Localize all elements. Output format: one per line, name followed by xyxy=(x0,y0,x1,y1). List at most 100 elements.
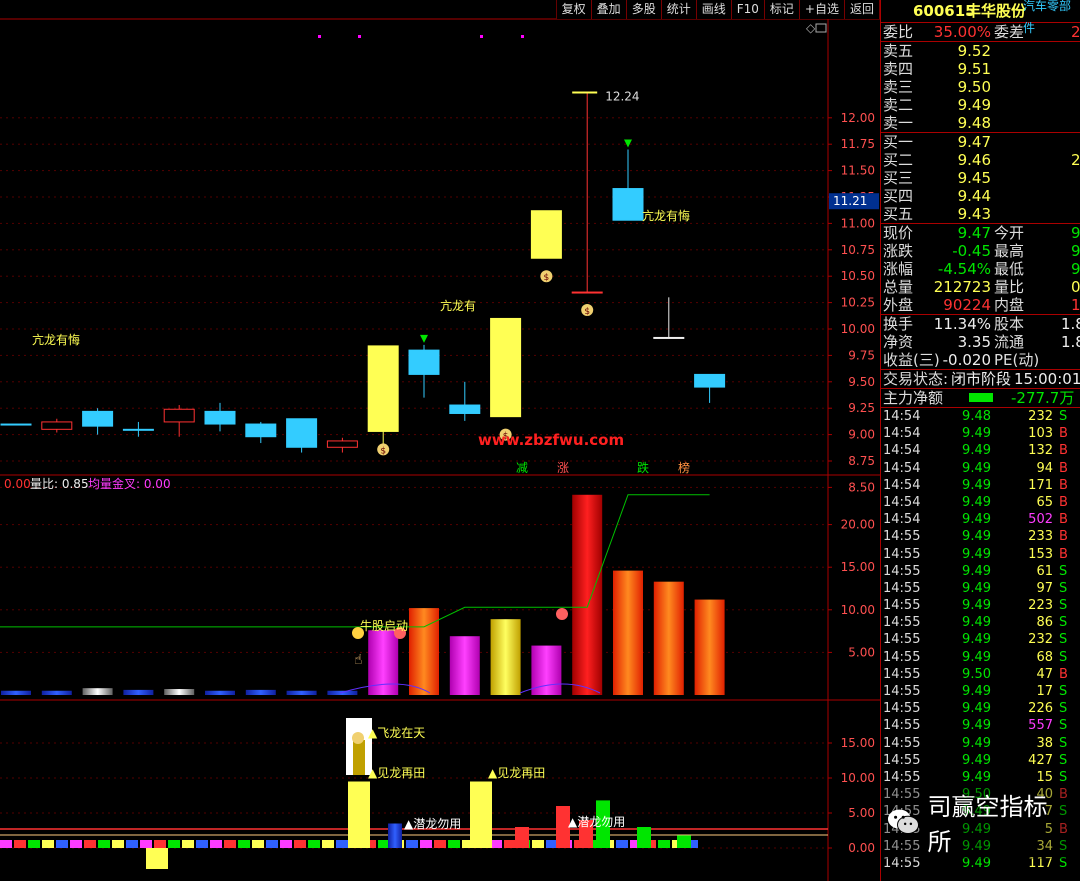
candle-body xyxy=(530,210,562,259)
toolbar-btn-5[interactable]: F10 xyxy=(732,0,765,19)
stat-value: -0.45 xyxy=(952,242,991,260)
volume-bar xyxy=(694,599,725,695)
ask-row: 卖二 9.49 xyxy=(881,96,1080,114)
toolbar-btn-6[interactable]: 标记 xyxy=(765,0,800,19)
volume-bar xyxy=(164,689,195,695)
tick-price: 9.50 xyxy=(962,666,991,682)
signal-strip xyxy=(336,840,348,848)
signal-strip xyxy=(56,840,68,848)
bid-row: 买四 9.44 xyxy=(881,187,1080,205)
bid-row: 买五 9.43 xyxy=(881,205,1080,223)
volume-bar xyxy=(327,690,358,695)
candle-body xyxy=(204,410,236,425)
quote-panel: 600615 丰华股份 汽车零部件 委比 35.00% 委差 2 卖五 9.52 卖… xyxy=(880,0,1080,881)
tick-price: 9.49 xyxy=(962,563,991,579)
toolbar-btn-3[interactable]: 统计 xyxy=(662,0,697,19)
volume-tick-label: 10.00 xyxy=(841,603,875,617)
tick-row: 14:55 9.49 38 S xyxy=(881,735,1080,752)
tick-side: S xyxy=(1059,684,1068,699)
volume-tick-label: 15.00 xyxy=(841,560,875,574)
window-icon[interactable] xyxy=(815,23,827,33)
stat-row: 涨跌 -0.45 最高 9 xyxy=(881,242,1080,260)
tick-row: 14:55 9.49 557 S xyxy=(881,717,1080,734)
tick-side: S xyxy=(1059,632,1068,648)
tick-side: B xyxy=(1059,426,1068,442)
volume-bar xyxy=(1,690,31,695)
price-tick-label: 11.00 xyxy=(841,216,875,230)
signal-bar xyxy=(470,781,492,848)
stats-list: 现价 9.47 今开 9 涨跌 -0.45 最高 9 涨幅 -4.54% 最低 9 总量 212723 量比… xyxy=(881,224,1080,314)
tick-time: 14:55 xyxy=(883,718,921,734)
main-flow-value: -277.7万 xyxy=(1011,389,1075,407)
candle-body xyxy=(694,373,726,388)
signal-strip xyxy=(196,840,208,848)
stat-value-2: 1.8 xyxy=(1061,333,1080,351)
tick-time: 14:55 xyxy=(883,684,921,699)
toolbar-btn-4[interactable]: 画线 xyxy=(697,0,732,19)
tick-row: 14:55 9.49 97 S xyxy=(881,580,1080,597)
stat-value: -4.54% xyxy=(937,260,991,278)
price-tick-label: 8.75 xyxy=(848,454,875,468)
qianlong-label: ▲潜龙勿用 xyxy=(404,817,461,831)
signal-dot xyxy=(358,35,361,38)
signal-strip xyxy=(126,840,138,848)
stat-value: 11.34% xyxy=(933,315,991,333)
candle-body xyxy=(163,408,195,423)
candle-body xyxy=(449,404,481,414)
tick-volume: 153 xyxy=(1028,546,1053,562)
volume-tick-label: 20.00 xyxy=(841,518,875,532)
volume-ma-line xyxy=(0,494,710,628)
ask-row: 卖四 9.51 xyxy=(881,60,1080,78)
stat-row: 涨幅 -4.54% 最低 9 xyxy=(881,260,1080,278)
volume-bar xyxy=(613,570,643,695)
tick-time: 14:54 xyxy=(883,443,921,459)
stat-value: 9.47 xyxy=(957,224,991,242)
niugu-label: 牛股启动 xyxy=(360,618,408,633)
svg-text:$: $ xyxy=(544,273,550,283)
tick-time: 14:54 xyxy=(883,426,921,442)
ask-label: 卖三 xyxy=(883,78,914,96)
stat-label-2: PE(动) xyxy=(994,351,1040,369)
toolbar-btn-8[interactable]: 返回 xyxy=(845,0,880,19)
signal-strip xyxy=(280,840,292,848)
stat-label: 换手 xyxy=(883,315,914,333)
price-tick-label: 10.25 xyxy=(841,296,875,310)
tick-row: 14:55 9.50 47 B xyxy=(881,666,1080,683)
stat-value-2: 9 xyxy=(1071,224,1080,242)
toolbar-btn-1[interactable]: 叠加 xyxy=(592,0,627,19)
signal-strip xyxy=(294,840,306,848)
tick-time: 14:55 xyxy=(883,701,921,717)
signal-strip xyxy=(182,840,194,848)
volume-legend-lb: 量比: 0.85 xyxy=(30,477,89,491)
tick-price: 9.49 xyxy=(962,512,991,528)
tick-row: 14:54 9.49 132 B xyxy=(881,442,1080,459)
signal-strip xyxy=(532,840,544,848)
high-price-label: 12.24 xyxy=(605,89,639,103)
price-tick-label: 9.25 xyxy=(848,401,875,415)
diamond-icon[interactable]: ◇ xyxy=(806,21,816,35)
tick-price: 9.49 xyxy=(962,615,991,631)
toolbar-btn-2[interactable]: 多股 xyxy=(627,0,662,19)
signal-strip xyxy=(168,840,180,848)
candle-body xyxy=(0,423,32,426)
tick-side: S xyxy=(1059,718,1068,734)
tick-time: 14:54 xyxy=(883,460,921,476)
tick-volume: 232 xyxy=(1028,632,1053,648)
tick-side: S xyxy=(1059,752,1068,768)
chart-canvas[interactable]: 12.0011.7511.5011.2511.0010.7510.5010.25… xyxy=(0,0,880,881)
down-arrow-icon xyxy=(624,139,632,148)
tick-time: 14:55 xyxy=(883,769,921,785)
tick-side: B xyxy=(1059,546,1068,562)
tick-volume: 15 xyxy=(1036,769,1053,785)
tick-side: S xyxy=(1059,769,1068,785)
toolbar-btn-7[interactable]: +自选 xyxy=(800,0,845,19)
signal-tick-label: 10.00 xyxy=(841,771,875,785)
toolbar-btn-0[interactable]: 复权 xyxy=(557,0,592,19)
wechat-watermark: 司赢空指标所 xyxy=(881,785,1071,859)
chart-area[interactable]: 12.0011.7511.5011.2511.0010.7510.5010.25… xyxy=(0,0,880,881)
tick-volume: 68 xyxy=(1036,649,1053,665)
bid-list: 买一 9.47 买二 9.46 2 买三 9.45 买四 9.44 买五 9.43 xyxy=(881,133,1080,223)
stat-value: 3.35 xyxy=(957,333,991,351)
signal-strip xyxy=(420,840,432,848)
signal-strip xyxy=(70,840,82,848)
